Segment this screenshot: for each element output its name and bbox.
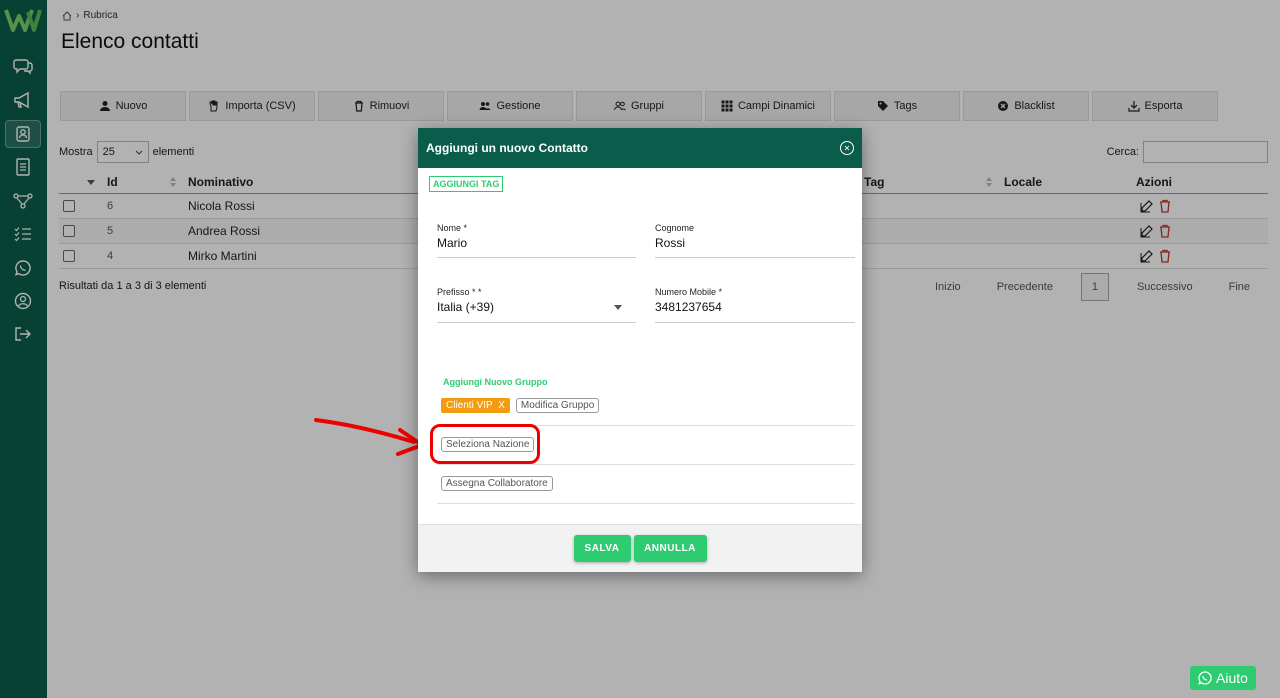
- whatsapp-icon: [1198, 671, 1212, 685]
- first-name-label: Nome *: [437, 223, 468, 233]
- assign-collaborator-button[interactable]: Assegna Collaboratore: [441, 476, 553, 491]
- remove-chip-icon[interactable]: X: [498, 400, 505, 411]
- save-button[interactable]: SALVA: [573, 535, 631, 562]
- prefix-label: Prefisso * *: [437, 287, 482, 297]
- edit-group-button[interactable]: Modifica Gruppo: [515, 398, 600, 413]
- group-chip[interactable]: Clienti VIP X: [441, 398, 510, 413]
- add-contact-dialog: Aggiungi un nuovo Contatto ✕ AGGIUNGI TA…: [418, 128, 862, 572]
- last-name-field[interactable]: Cognome Rossi: [655, 223, 855, 258]
- mobile-number-field[interactable]: Numero Mobile * 3481237654: [655, 287, 855, 323]
- close-icon[interactable]: ✕: [840, 141, 854, 155]
- divider: [437, 464, 855, 465]
- dialog-title: Aggiungi un nuovo Contatto: [426, 141, 588, 155]
- add-tag-button[interactable]: AGGIUNGI TAG: [429, 176, 504, 192]
- prefix-select[interactable]: Prefisso * * Italia (+39): [437, 287, 636, 323]
- last-name-label: Cognome: [655, 223, 695, 233]
- help-label: Aiuto: [1216, 670, 1248, 686]
- group-chip-label: Clienti VIP: [446, 400, 493, 411]
- dialog-header: Aggiungi un nuovo Contatto ✕: [418, 128, 862, 168]
- help-button[interactable]: Aiuto: [1190, 666, 1256, 690]
- mobile-label: Numero Mobile *: [655, 287, 723, 297]
- divider: [437, 503, 855, 504]
- mobile-value: 3481237654: [655, 300, 722, 314]
- last-name-value: Rossi: [655, 236, 686, 250]
- first-name-value: Mario: [437, 236, 468, 250]
- caret-down-icon: [614, 305, 622, 310]
- first-name-field[interactable]: Nome * Mario: [437, 223, 636, 258]
- cancel-button[interactable]: ANNULLA: [633, 535, 707, 562]
- prefix-value: Italia (+39): [437, 300, 495, 314]
- annotation-highlight: [430, 424, 540, 464]
- annotation-arrow: [314, 418, 424, 456]
- group-chips: Clienti VIP X Modifica Gruppo: [441, 398, 600, 413]
- add-group-link[interactable]: Aggiungi Nuovo Gruppo: [443, 377, 547, 387]
- dialog-footer: SALVA ANNULLA: [418, 524, 862, 572]
